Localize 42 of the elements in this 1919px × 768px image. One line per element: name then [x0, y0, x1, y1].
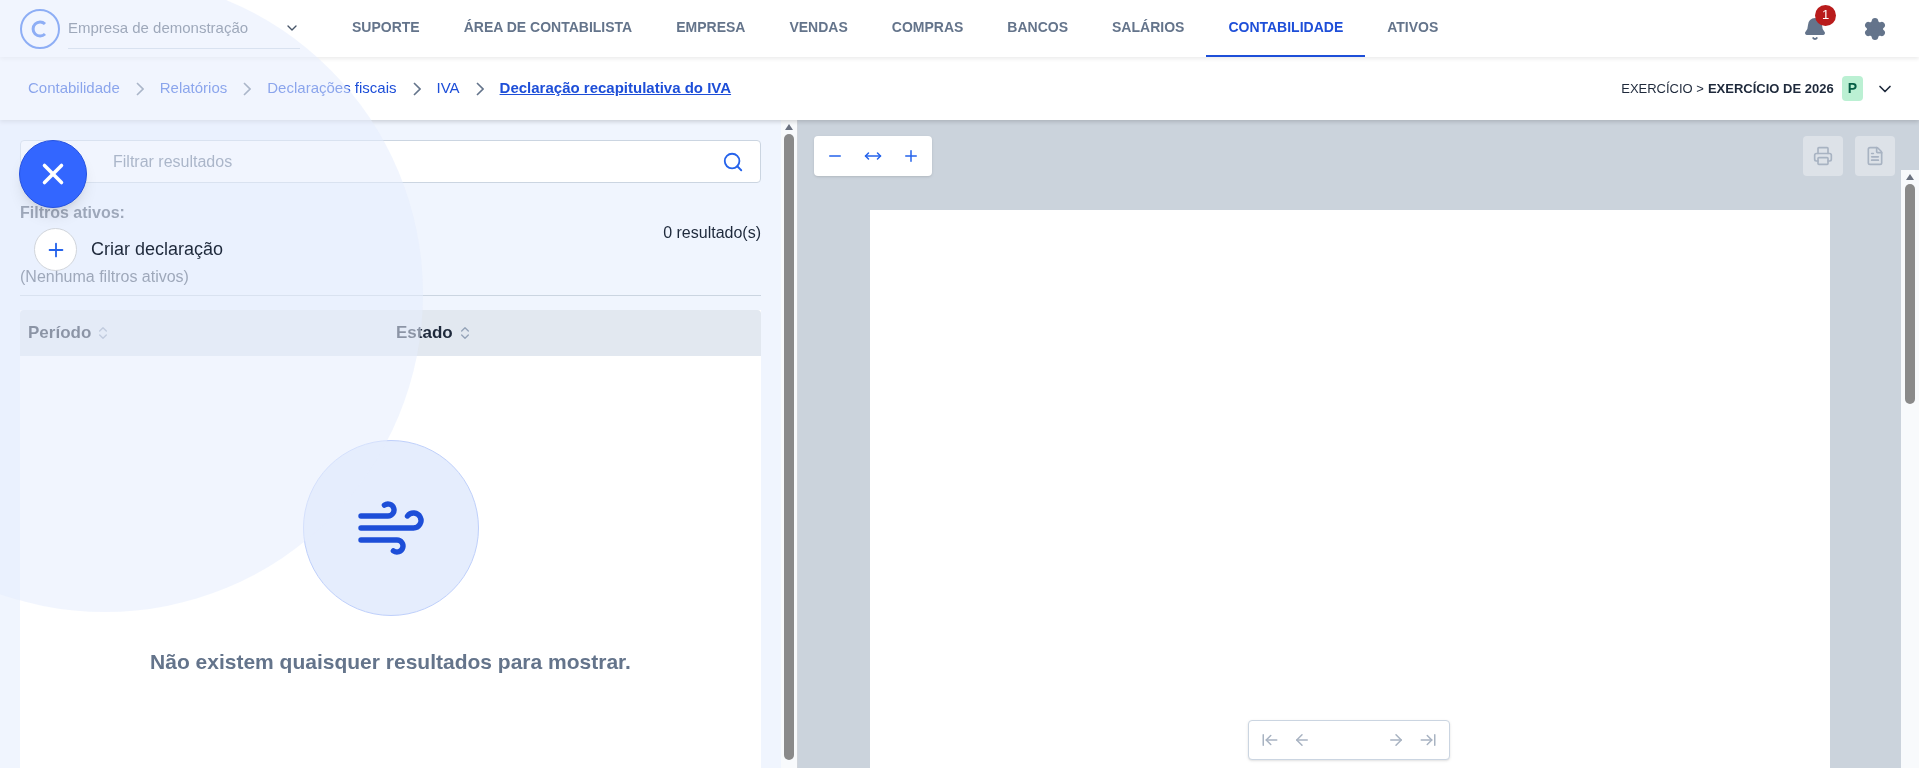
scrollbar[interactable]: [781, 120, 797, 768]
fiscal-year-value: EXERCÍCIO DE 2026: [1707, 79, 1834, 98]
nav-tab[interactable]: BANCOS: [985, 0, 1091, 57]
column-title: Período: [28, 322, 92, 345]
active-filters-value: (Nenhuma filtros ativos): [20, 267, 189, 287]
chevron-right-icon: [135, 81, 144, 96]
nav-tab[interactable]: SALÁRIOS: [1090, 0, 1207, 57]
zoom-in-icon[interactable]: [902, 147, 920, 165]
empty-message: Não existem quaisquer resultados para mostrar.: [150, 649, 631, 675]
column-title: Estado: [396, 322, 453, 345]
scroll-thumb[interactable]: [784, 134, 794, 760]
breadcrumb-link[interactable]: Declaração recapitulativa do IVA: [495, 77, 736, 100]
nav-tab[interactable]: VENDAS: [767, 0, 870, 57]
printer-icon: [1813, 146, 1833, 166]
nav-tab[interactable]: EMPRESA: [654, 0, 768, 57]
status-badge: P: [1841, 76, 1863, 101]
scroll-up-icon[interactable]: [1906, 174, 1914, 180]
breadcrumb-link[interactable]: IVA: [432, 77, 464, 100]
notification-badge: 1: [1815, 4, 1836, 26]
scroll-up-icon[interactable]: [785, 124, 793, 130]
result-count: 0 resultado(s): [663, 223, 761, 243]
nav-tab[interactable]: SUPORTE: [330, 0, 442, 57]
scrollbar[interactable]: [1901, 170, 1919, 768]
settings-icon[interactable]: [1863, 16, 1887, 41]
nav-tab[interactable]: ATIVOS: [1365, 0, 1461, 57]
nav-tab[interactable]: ÁREA DE CONTABILISTA: [441, 0, 655, 57]
fiscal-year-label: EXERCÍCIO >: [1621, 79, 1704, 98]
column-header[interactable]: Estado: [388, 320, 756, 346]
logo-icon: [20, 8, 60, 49]
column-header[interactable]: Período: [20, 320, 388, 346]
search-field[interactable]: Filtrar resultados: [113, 149, 722, 174]
scroll-thumb[interactable]: [1905, 184, 1915, 404]
active-filters-label: Filtros ativos:: [20, 203, 126, 223]
chevron-right-icon: [243, 81, 252, 96]
breadcrumb-link[interactable]: Declarações fiscais: [263, 77, 401, 100]
document-icon: [1865, 146, 1885, 166]
nav-tab[interactable]: COMPRAS: [869, 0, 986, 57]
search-icon[interactable]: [722, 150, 744, 173]
chevron-right-icon: [475, 81, 484, 96]
chevron-right-icon: [412, 81, 421, 96]
create-label[interactable]: Criar declaração: [91, 236, 224, 263]
search-bar[interactable]: Filtrar resultados: [20, 140, 761, 183]
